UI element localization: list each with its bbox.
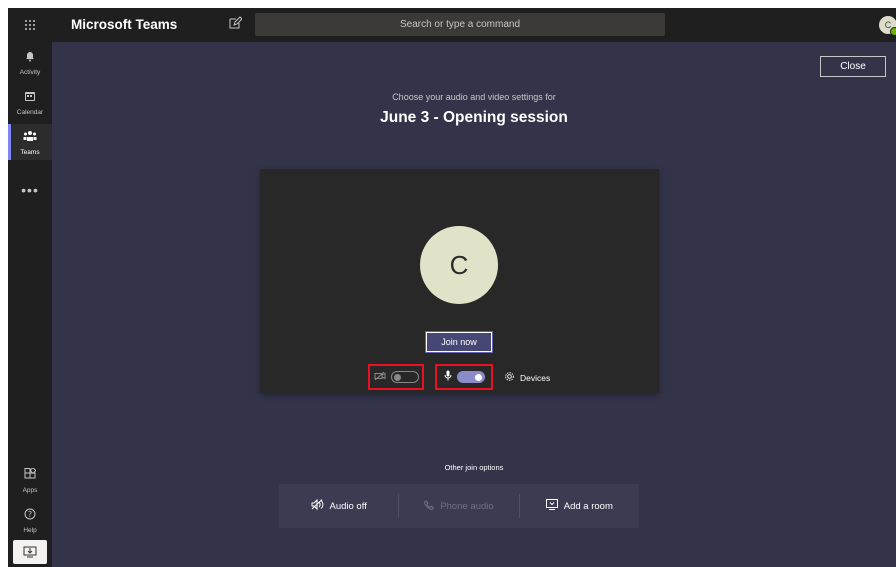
cast-icon: [545, 499, 558, 513]
video-preview: C Join now Devices: [260, 169, 659, 393]
rail-item-label: Teams: [20, 148, 40, 156]
rail-item-label: Calendar: [16, 108, 44, 116]
teams-window: Microsoft Teams Search or type a command…: [8, 8, 896, 567]
apps-icon: [24, 466, 37, 485]
new-chat-icon[interactable]: [228, 16, 244, 32]
teams-icon: [23, 129, 37, 147]
rail-item-activity[interactable]: Activity: [8, 44, 52, 80]
rail-item-apps[interactable]: Apps: [8, 462, 52, 498]
toggle-knob: [393, 373, 401, 381]
help-icon: ?: [24, 507, 36, 525]
add-room-label: Add a room: [563, 500, 613, 512]
phone-audio-option[interactable]: Phone audio: [399, 494, 518, 518]
app-launcher-icon[interactable]: [8, 8, 52, 42]
other-join-options-label: Other join options: [444, 463, 504, 472]
add-room-option[interactable]: Add a room: [520, 494, 639, 518]
microphone-control: [435, 364, 493, 390]
rail-item-help[interactable]: ? Help: [8, 502, 52, 538]
top-bar: Microsoft Teams Search or type a command…: [8, 8, 896, 42]
microphone-icon: [444, 368, 452, 386]
speaker-off-icon: [311, 498, 324, 513]
meeting-title: June 3 - Opening session: [380, 109, 568, 126]
search-input[interactable]: Search or type a command: [255, 13, 665, 36]
avatar: C: [420, 226, 498, 304]
bell-icon: [24, 49, 36, 67]
svg-text:?: ?: [28, 510, 32, 519]
phone-audio-label: Phone audio: [440, 500, 494, 512]
devices-label: Devices: [520, 372, 551, 383]
presence-status-icon: [890, 27, 896, 36]
rail-item-calendar[interactable]: Calendar: [8, 84, 52, 120]
more-apps-icon[interactable]: •••: [8, 182, 52, 198]
rail-item-label: Activity: [19, 68, 41, 76]
audio-off-option[interactable]: Audio off: [279, 494, 398, 518]
pre-join-subtitle: Choose your audio and video settings for: [392, 92, 556, 102]
phone-icon: [424, 499, 435, 513]
devices-button[interactable]: Devices: [504, 371, 550, 384]
user-avatar[interactable]: C: [879, 16, 896, 36]
download-app-icon[interactable]: [13, 540, 47, 564]
gear-icon: [504, 371, 515, 384]
rail-item-teams[interactable]: Teams: [8, 124, 52, 160]
camera-toggle[interactable]: [390, 371, 419, 383]
camera-off-icon: [374, 368, 386, 386]
audio-off-label: Audio off: [329, 500, 367, 512]
calendar-icon: [24, 89, 36, 107]
microphone-toggle[interactable]: [456, 371, 485, 383]
close-button[interactable]: Close: [820, 56, 886, 77]
rail-item-label: Help: [23, 526, 37, 534]
toggle-knob: [474, 373, 482, 381]
join-now-button[interactable]: Join now: [425, 331, 493, 353]
camera-control: [368, 364, 424, 390]
app-title: Microsoft Teams: [71, 17, 178, 32]
other-join-options: Audio off Phone audio Add a room: [279, 484, 639, 528]
left-rail: Activity Calendar Teams ••• Apps ? Help: [8, 42, 52, 567]
rail-item-label: Apps: [22, 486, 38, 494]
